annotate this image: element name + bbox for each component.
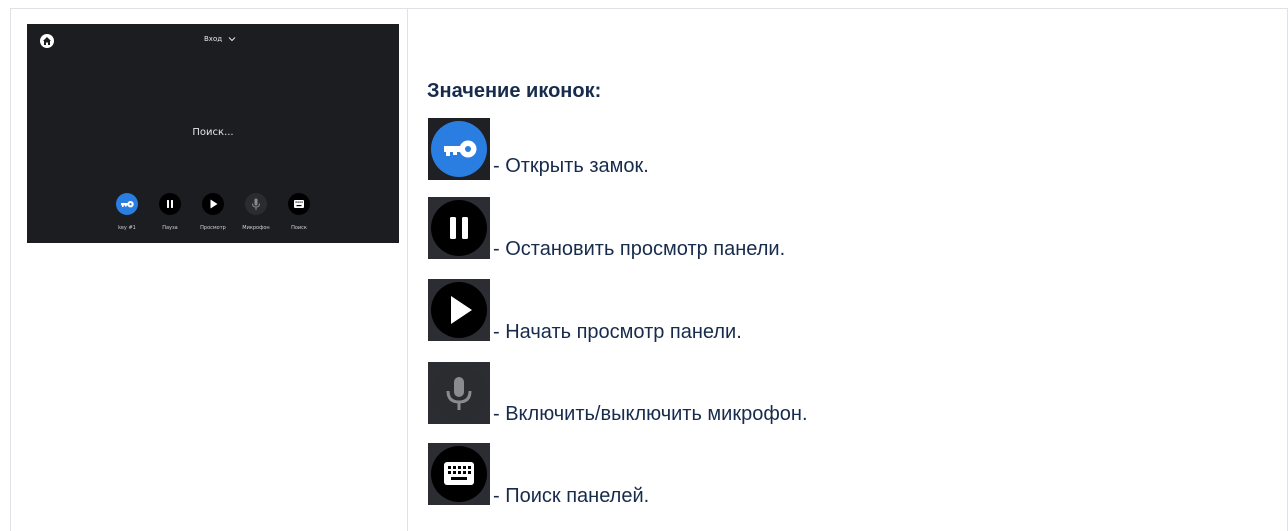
open-lock-button[interactable] bbox=[116, 193, 138, 215]
microphone-icon bbox=[446, 377, 472, 410]
legend-key-icon-image bbox=[428, 118, 490, 180]
keyboard-icon bbox=[294, 200, 304, 208]
panel-search-label: Поиск bbox=[291, 225, 307, 231]
search-status-text: Поиск... bbox=[192, 127, 234, 138]
microphone-button[interactable] bbox=[245, 193, 267, 215]
microphone-icon bbox=[252, 198, 260, 210]
play-button[interactable] bbox=[202, 193, 224, 215]
pause-icon bbox=[450, 217, 468, 239]
play-icon bbox=[210, 199, 218, 209]
intercom-app-screenshot: Вход Поиск... key #1 Пауза Просмотр Микр… bbox=[27, 24, 399, 243]
home-icon[interactable] bbox=[40, 34, 54, 48]
panel-search-button[interactable] bbox=[288, 193, 310, 215]
legend-microphone-text: - Включить/выключить микрофон. bbox=[493, 403, 808, 425]
chevron-down-icon bbox=[228, 36, 236, 44]
legend-pause-text: - Остановить просмотр панели. bbox=[493, 238, 786, 260]
icon-legend-table: Вход Поиск... key #1 Пауза Просмотр Микр… bbox=[10, 8, 1288, 531]
legend-play-text: - Начать просмотр панели. bbox=[493, 321, 742, 343]
legend-microphone-icon-image bbox=[428, 362, 490, 424]
key-icon bbox=[444, 140, 477, 158]
legend-pause-icon-image bbox=[428, 197, 490, 259]
key-icon bbox=[121, 201, 134, 208]
legend-keyboard-text: - Поиск панелей. bbox=[493, 485, 650, 507]
keyboard-icon bbox=[444, 462, 474, 485]
input-dropdown[interactable]: Вход bbox=[204, 35, 236, 44]
pause-icon bbox=[167, 200, 173, 208]
legend-cell: Значение иконок: - Открыть замок. - Оста… bbox=[407, 9, 1288, 531]
play-icon bbox=[451, 296, 472, 324]
screenshot-cell: Вход Поиск... key #1 Пауза Просмотр Микр… bbox=[10, 9, 408, 531]
legend-play-icon-image bbox=[428, 279, 490, 341]
dropdown-label: Вход bbox=[204, 35, 223, 43]
legend-key-text: - Открыть замок. bbox=[493, 155, 649, 177]
legend-heading: Значение иконок: bbox=[427, 80, 602, 102]
legend-keyboard-icon-image bbox=[428, 443, 490, 505]
pause-button[interactable] bbox=[159, 193, 181, 215]
